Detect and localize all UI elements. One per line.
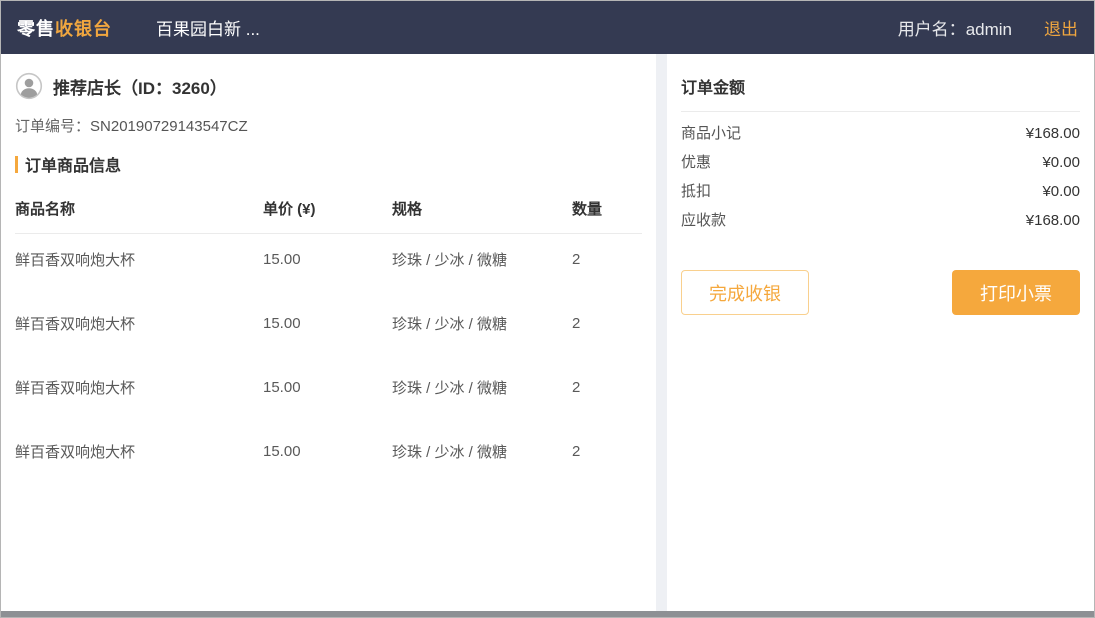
cell-spec: 珍珠 / 少冰 / 微糖 [392, 313, 572, 334]
main-area: 推荐店长（ID：3260） 订单编号：SN20190729143547CZ 订单… [1, 54, 1094, 611]
items-table-header: 商品名称 单价 (¥) 规格 数量 [15, 186, 642, 234]
cell-spec: 珍珠 / 少冰 / 微糖 [392, 249, 572, 270]
username-label: 用户名： [898, 20, 966, 39]
top-navbar: 零售收银台 百果园白新 ... 用户名：admin 退出 [1, 1, 1094, 54]
summary-row-subtotal: 商品小记 ¥168.00 [681, 126, 1080, 141]
discount-label: 优惠 [681, 155, 711, 170]
table-row: 鲜百香双响炮大杯 15.00 珍珠 / 少冰 / 微糖 2 [15, 298, 642, 362]
customer-row: 推荐店长（ID：3260） [15, 72, 642, 100]
summary-row-discount: 优惠 ¥0.00 [681, 155, 1080, 170]
cell-price: 15.00 [263, 443, 392, 460]
order-number-value: SN20190729143547CZ [90, 118, 248, 135]
cell-qty: 2 [572, 251, 642, 268]
order-number-label: 订单编号： [15, 118, 90, 135]
cell-qty: 2 [572, 379, 642, 396]
cell-spec: 珍珠 / 少冰 / 微糖 [392, 441, 572, 462]
window-bottom-edge [1, 611, 1094, 617]
items-section-title: 订单商品信息 [15, 152, 642, 176]
cell-product: 鲜百香双响炮大杯 [15, 249, 263, 270]
summary-row-deduction: 抵扣 ¥0.00 [681, 184, 1080, 199]
complete-checkout-button[interactable]: 完成收银 [681, 270, 809, 315]
subtotal-value: ¥168.00 [1026, 126, 1080, 141]
deduction-value: ¥0.00 [1042, 184, 1080, 199]
discount-value: ¥0.00 [1042, 155, 1080, 170]
cell-spec: 珍珠 / 少冰 / 微糖 [392, 377, 572, 398]
receivable-value: ¥168.00 [1026, 213, 1080, 228]
col-header-qty: 数量 [572, 198, 642, 219]
cell-qty: 2 [572, 443, 642, 460]
cell-price: 15.00 [263, 315, 392, 332]
table-row: 鲜百香双响炮大杯 15.00 珍珠 / 少冰 / 微糖 2 [15, 234, 642, 298]
table-row: 鲜百香双响炮大杯 15.00 珍珠 / 少冰 / 微糖 2 [15, 362, 642, 426]
cell-product: 鲜百香双响炮大杯 [15, 441, 263, 462]
deduction-label: 抵扣 [681, 184, 711, 199]
app-title-prefix: 零售 [17, 19, 55, 39]
items-section-title-text: 订单商品信息 [25, 152, 121, 176]
table-row: 鲜百香双响炮大杯 15.00 珍珠 / 少冰 / 微糖 2 [15, 426, 642, 490]
receivable-label: 应收款 [681, 213, 726, 228]
panel-divider [656, 54, 667, 611]
col-header-product: 商品名称 [15, 198, 263, 219]
action-buttons-row: 完成收银 打印小票 [681, 270, 1080, 315]
cell-price: 15.00 [263, 379, 392, 396]
summary-row-receivable: 应收款 ¥168.00 [681, 213, 1080, 228]
order-amount-panel: 订单金额 商品小记 ¥168.00 优惠 ¥0.00 抵扣 ¥0.00 应收款 … [667, 54, 1094, 611]
subtotal-label: 商品小记 [681, 126, 741, 141]
avatar-icon [15, 72, 43, 100]
cell-product: 鲜百香双响炮大杯 [15, 377, 263, 398]
cell-qty: 2 [572, 315, 642, 332]
logout-button[interactable]: 退出 [1044, 15, 1078, 40]
customer-name: 推荐店长（ID：3260） [53, 74, 227, 99]
order-items-panel: 推荐店长（ID：3260） 订单编号：SN20190729143547CZ 订单… [1, 54, 656, 611]
amount-section-title: 订单金额 [681, 74, 1080, 112]
col-header-price: 单价 (¥) [263, 198, 392, 219]
app-title-suffix: 收银台 [55, 19, 112, 39]
app-title: 零售收银台 [17, 15, 112, 41]
section-accent-bar [15, 156, 18, 173]
store-name-menu[interactable]: 百果园白新 ... [156, 15, 260, 40]
print-receipt-button[interactable]: 打印小票 [952, 270, 1080, 315]
username-display: 用户名：admin [898, 15, 1012, 40]
col-header-spec: 规格 [392, 198, 572, 219]
username-value: admin [966, 20, 1012, 39]
cell-product: 鲜百香双响炮大杯 [15, 313, 263, 334]
order-number-row: 订单编号：SN20190729143547CZ [15, 115, 642, 136]
cell-price: 15.00 [263, 251, 392, 268]
